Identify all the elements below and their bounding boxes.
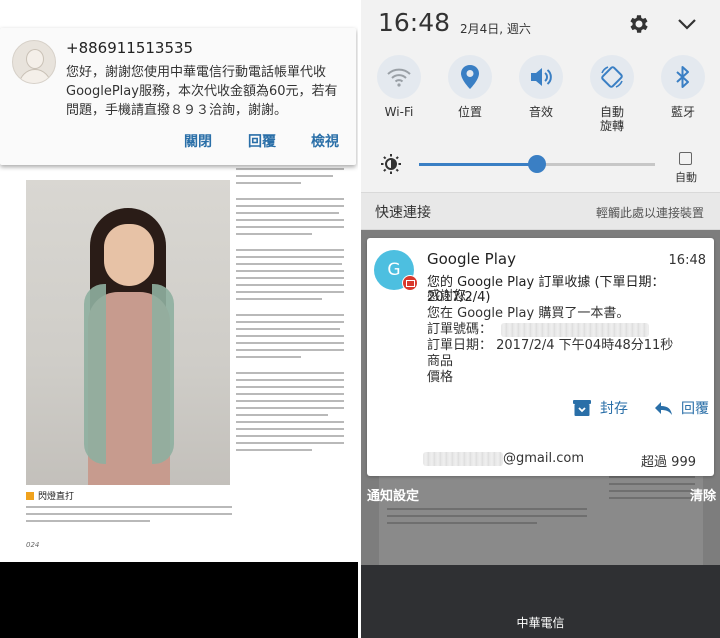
email-redacted bbox=[423, 452, 503, 466]
qs-location-label: 位置 bbox=[457, 105, 482, 119]
brightness-row: 自動 bbox=[361, 145, 720, 185]
reply-button[interactable]: 回覆 bbox=[248, 131, 276, 151]
contact-avatar-icon bbox=[12, 40, 56, 84]
qs-auto-rotate-label: 自動 旋轉 bbox=[599, 105, 624, 133]
chevron-down-icon[interactable] bbox=[676, 14, 698, 34]
auto-brightness-checkbox[interactable] bbox=[679, 152, 692, 165]
notification-order-number-label: 訂單號碼： bbox=[427, 322, 493, 337]
qs-bluetooth[interactable]: 藍牙 bbox=[653, 55, 713, 119]
reply-label: 回覆 bbox=[681, 401, 709, 417]
view-button[interactable]: 檢視 bbox=[311, 131, 339, 151]
brightness-slider-handle[interactable] bbox=[528, 155, 546, 173]
carrier-label: 中華電信 bbox=[516, 616, 565, 630]
auto-rotate-icon bbox=[590, 55, 634, 99]
right-screen: 16:48 2月4日, 週六 Wi-Fi 位置 音效 自動 旋轉 藍牙 自動 快… bbox=[361, 0, 720, 638]
account-email: @gmail.com bbox=[503, 451, 585, 466]
close-button[interactable]: 關閉 bbox=[184, 131, 212, 151]
photo-caption: 閃燈直打 bbox=[26, 489, 74, 502]
clear-all-button[interactable]: 清除 bbox=[690, 485, 716, 504]
qs-wifi[interactable]: Wi-Fi bbox=[369, 55, 429, 119]
qs-sound[interactable]: 音效 bbox=[511, 55, 571, 119]
caption-number-badge bbox=[26, 491, 34, 500]
clock: 16:48 bbox=[378, 8, 451, 37]
order-number-redacted bbox=[501, 323, 649, 337]
location-icon bbox=[448, 55, 492, 99]
gear-icon[interactable] bbox=[627, 12, 651, 36]
notification-line-purchase: 您在 Google Play 購買了一本書。 bbox=[427, 306, 630, 321]
brightness-icon bbox=[381, 154, 401, 174]
notification-line-thanks: 感謝您。 bbox=[427, 289, 480, 304]
qs-wifi-label: Wi-Fi bbox=[384, 105, 414, 119]
sms-notification[interactable]: +886911513535 您好，謝謝您使用中華電信行動電話帳單代收Google… bbox=[0, 28, 356, 165]
qs-sound-label: 音效 bbox=[528, 105, 553, 119]
reply-icon bbox=[655, 402, 672, 415]
unread-count: 超過 999 bbox=[641, 455, 696, 470]
qs-auto-rotate[interactable]: 自動 旋轉 bbox=[582, 55, 642, 133]
date: 2月4日, 週六 bbox=[460, 22, 531, 36]
quick-connect-bar[interactable]: 快速連接 輕觸此處以連接裝置 bbox=[361, 192, 720, 230]
notification-app-name: Google Play bbox=[427, 250, 516, 268]
caption-text bbox=[26, 506, 232, 527]
archive-label: 封存 bbox=[600, 401, 628, 417]
quick-connect-hint: 輕觸此處以連接裝置 bbox=[595, 206, 704, 220]
sms-sender: +886911513535 bbox=[66, 39, 194, 57]
qs-location[interactable]: 位置 bbox=[440, 55, 500, 119]
wifi-icon bbox=[377, 55, 421, 99]
notification-settings-button[interactable]: 通知設定 bbox=[367, 485, 419, 504]
notification-footer: @gmail.com 超過 999 bbox=[367, 448, 714, 472]
status-header: 16:48 2月4日, 週六 bbox=[361, 0, 720, 48]
bluetooth-icon bbox=[661, 55, 705, 99]
gmail-icon bbox=[402, 275, 418, 291]
qs-bluetooth-label: 藍牙 bbox=[670, 105, 695, 119]
notification-price-label: 價格 bbox=[427, 370, 454, 385]
page-number: 024 bbox=[26, 541, 40, 549]
google-play-notification[interactable]: G Google Play 16:48 您的 Google Play 訂單收據 … bbox=[367, 238, 714, 476]
left-screen: 閃燈直打 024 +886911513535 您好，謝謝您使用中華電信行動電話帳… bbox=[0, 0, 358, 638]
archive-icon bbox=[573, 400, 591, 416]
auto-brightness-label: 自動 bbox=[675, 171, 697, 184]
reply-email-button[interactable]: 回覆 bbox=[653, 398, 709, 418]
quick-connect-title: 快速連接 bbox=[375, 205, 431, 221]
sms-message: 您好，謝謝您使用中華電信行動電話帳單代收GooglePlay服務，本次代收金額為… bbox=[66, 65, 338, 118]
sound-icon bbox=[519, 55, 563, 99]
notification-time: 16:48 bbox=[668, 253, 706, 268]
archive-button[interactable]: 封存 bbox=[572, 398, 628, 418]
book-text-column bbox=[236, 168, 344, 456]
notification-product-label: 商品 bbox=[427, 354, 454, 369]
book-photo bbox=[26, 180, 230, 485]
notification-order-date: 訂單日期： 2017/2/4 下午04時48分11秒 bbox=[427, 338, 674, 353]
brightness-fill bbox=[419, 163, 537, 166]
